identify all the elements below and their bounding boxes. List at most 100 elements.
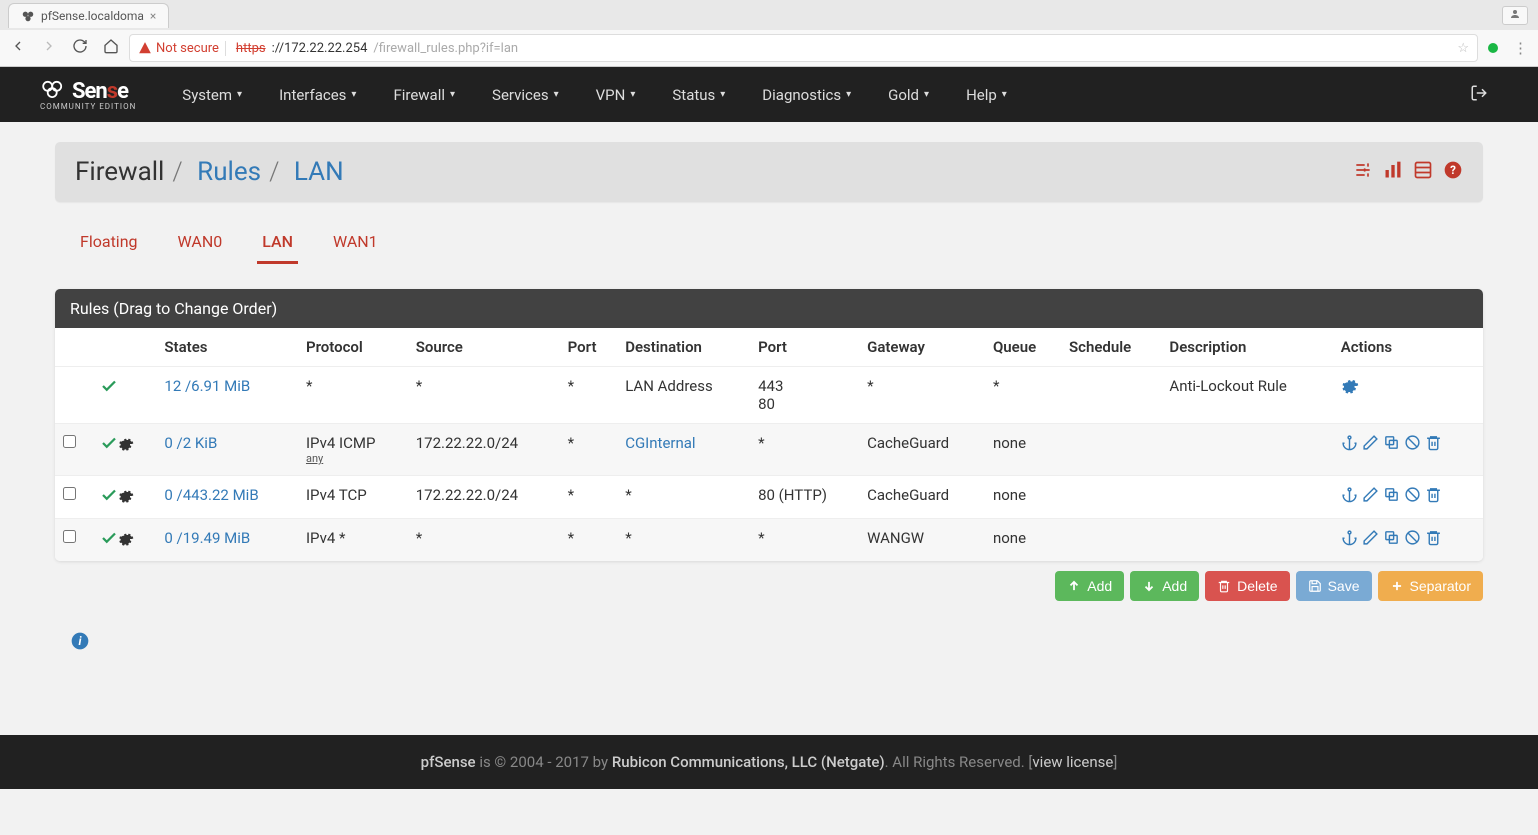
trash-icon[interactable]	[1425, 434, 1442, 455]
star-icon[interactable]: ☆	[1457, 41, 1469, 56]
separator-label: Separator	[1410, 578, 1471, 594]
delete-label: Delete	[1237, 578, 1277, 594]
sport-cell: *	[560, 476, 618, 519]
tab-lan[interactable]: LAN	[257, 222, 298, 264]
column-header: Protocol	[298, 328, 408, 367]
info-icon[interactable]: i	[55, 631, 1483, 655]
states-link[interactable]: 12 /6.91 MiB	[164, 377, 250, 395]
breadcrumb-panel: Firewall/ Rules/ LAN ?	[55, 142, 1483, 202]
tab-wan1[interactable]: WAN1	[328, 222, 383, 264]
advanced-icon	[118, 533, 134, 551]
edit-icon[interactable]	[1362, 529, 1379, 550]
pass-icon	[100, 381, 118, 399]
pass-icon	[100, 533, 118, 551]
settings-icon[interactable]	[1341, 381, 1359, 399]
anchor-icon[interactable]	[1341, 486, 1358, 507]
states-link[interactable]: 0 /19.49 MiB	[164, 529, 250, 547]
nav-item-vpn[interactable]: VPN ▾	[580, 68, 652, 122]
column-header: Source	[408, 328, 560, 367]
url-path: /firewall_rules.php?if=lan	[373, 41, 518, 56]
schedule-cell	[1061, 424, 1161, 476]
browser-user-icon[interactable]	[1502, 6, 1528, 25]
schedule-cell	[1061, 367, 1161, 424]
breadcrumb-mid[interactable]: Rules	[197, 157, 261, 187]
tab-floating[interactable]: Floating	[75, 222, 143, 264]
table-row[interactable]: 0 /443.22 MiBIPv4 TCP172.22.22.0/24**80 …	[55, 476, 1483, 519]
logo-icon	[40, 79, 68, 104]
main-navbar: Sense COMMUNITY EDITION System ▾Interfac…	[0, 67, 1538, 122]
nav-item-system[interactable]: System ▾	[166, 68, 258, 122]
nav-item-gold[interactable]: Gold ▾	[872, 68, 945, 122]
footer-copyright: is © 2004 - 2017 by	[476, 753, 612, 771]
row-checkbox[interactable]	[63, 530, 76, 543]
nav-item-help[interactable]: Help ▾	[950, 68, 1023, 122]
column-header: Actions	[1333, 328, 1483, 367]
add-bottom-button[interactable]: Add	[1130, 571, 1199, 601]
help-icon[interactable]: ?	[1443, 160, 1463, 184]
copy-icon[interactable]	[1383, 529, 1400, 550]
breadcrumb-leaf[interactable]: LAN	[294, 157, 344, 187]
sliders-icon[interactable]	[1353, 160, 1373, 184]
separator-button[interactable]: Separator	[1378, 571, 1483, 601]
save-button[interactable]: Save	[1296, 571, 1372, 601]
menu-icon[interactable]: ⋮	[1513, 39, 1528, 57]
trash-icon[interactable]	[1425, 529, 1442, 550]
delete-button[interactable]: Delete	[1205, 571, 1289, 601]
address-bar[interactable]: Not secure https://172.22.22.254/firewal…	[129, 34, 1478, 62]
logo[interactable]: Sense COMMUNITY EDITION	[40, 79, 136, 111]
nav-item-firewall[interactable]: Firewall ▾	[377, 68, 471, 122]
source-cell: 172.22.22.0/24	[408, 424, 560, 476]
list-icon[interactable]	[1413, 160, 1433, 184]
source-cell: *	[408, 519, 560, 562]
table-row[interactable]: 12 /6.91 MiB***LAN Address44380**Anti-Lo…	[55, 367, 1483, 424]
footer-license-link[interactable]: view license	[1032, 753, 1113, 771]
description-cell	[1161, 519, 1332, 562]
queue-cell: none	[985, 476, 1061, 519]
disable-icon[interactable]	[1404, 529, 1421, 550]
column-header: States	[156, 328, 298, 367]
row-checkbox[interactable]	[63, 435, 76, 448]
gateway-cell: CacheGuard	[859, 476, 985, 519]
trash-icon[interactable]	[1425, 486, 1442, 507]
gateway-cell: CacheGuard	[859, 424, 985, 476]
copy-icon[interactable]	[1383, 434, 1400, 455]
table-row[interactable]: 0 /19.49 MiBIPv4 *****WANGWnone	[55, 519, 1483, 562]
anchor-icon[interactable]	[1341, 529, 1358, 550]
destination-link[interactable]: CGInternal	[625, 434, 695, 452]
nav-item-status[interactable]: Status ▾	[656, 68, 741, 122]
tab-wan0[interactable]: WAN0	[173, 222, 228, 264]
column-header: Port	[750, 328, 859, 367]
not-secure-label: Not secure	[156, 41, 219, 56]
dport-cell: *	[750, 424, 859, 476]
column-header: Gateway	[859, 328, 985, 367]
destination-cell: *	[617, 519, 750, 562]
column-header: Port	[560, 328, 618, 367]
home-icon[interactable]	[103, 38, 119, 58]
extension-icon[interactable]	[1488, 43, 1498, 53]
states-link[interactable]: 0 /443.22 MiB	[164, 486, 258, 504]
browser-tab[interactable]: pfSense.localdoma ×	[8, 3, 169, 28]
anchor-icon[interactable]	[1341, 434, 1358, 455]
nav-item-services[interactable]: Services ▾	[476, 68, 575, 122]
edit-icon[interactable]	[1362, 434, 1379, 455]
row-checkbox[interactable]	[63, 487, 76, 500]
copy-icon[interactable]	[1383, 486, 1400, 507]
edit-icon[interactable]	[1362, 486, 1379, 507]
reload-icon[interactable]	[72, 38, 88, 58]
sport-cell: *	[560, 519, 618, 562]
svg-text:?: ?	[1450, 163, 1456, 177]
nav-item-diagnostics[interactable]: Diagnostics ▾	[746, 68, 867, 122]
disable-icon[interactable]	[1404, 486, 1421, 507]
tab-close-icon[interactable]: ×	[150, 9, 156, 23]
nav-item-interfaces[interactable]: Interfaces ▾	[263, 68, 372, 122]
back-icon[interactable]	[10, 38, 26, 58]
add-top-button[interactable]: Add	[1055, 571, 1124, 601]
logout-icon[interactable]	[1460, 74, 1498, 116]
disable-icon[interactable]	[1404, 434, 1421, 455]
pass-icon	[100, 438, 118, 456]
chart-icon[interactable]	[1383, 160, 1403, 184]
table-row[interactable]: 0 /2 KiBIPv4 ICMPany172.22.22.0/24*CGInt…	[55, 424, 1483, 476]
states-link[interactable]: 0 /2 KiB	[164, 434, 217, 452]
description-cell: Anti-Lockout Rule	[1161, 367, 1332, 424]
schedule-cell	[1061, 476, 1161, 519]
